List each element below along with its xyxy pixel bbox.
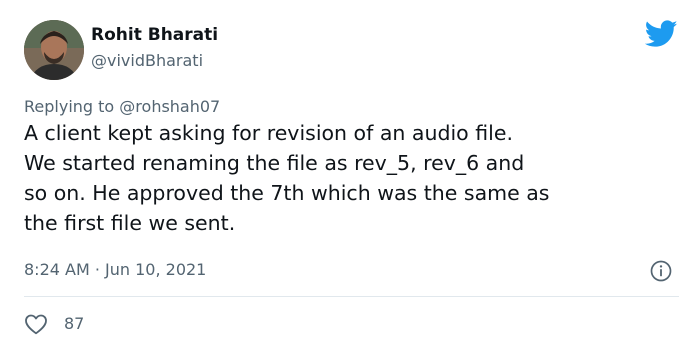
tweet-text-line: the first file we sent. — [24, 211, 236, 235]
tweet-text: A client kept asking for revision of an … — [24, 118, 684, 238]
tweet-text-line: We started renaming the file as rev_5, r… — [24, 151, 525, 175]
like-button[interactable]: 87 — [24, 312, 84, 336]
twitter-bird-icon[interactable] — [645, 20, 678, 48]
avatar[interactable] — [24, 20, 84, 80]
info-icon[interactable] — [649, 259, 673, 283]
replying-to-line: Replying to @rohshah07 — [24, 97, 220, 117]
tweet-text-line: A client kept asking for revision of an … — [24, 121, 513, 145]
tweet-text-line: so on. He approved the 7th which was the… — [24, 181, 550, 205]
replying-prefix: Replying to — [24, 97, 115, 116]
author-handle[interactable]: @vividBharati — [91, 51, 203, 71]
divider — [24, 296, 679, 297]
tweet-timestamp[interactable]: 8:24 AM · Jun 10, 2021 — [24, 260, 206, 280]
like-count: 87 — [64, 314, 85, 333]
replying-mention-link[interactable]: @rohshah07 — [119, 97, 220, 116]
author-display-name[interactable]: Rohit Bharati — [91, 25, 218, 45]
profile-photo — [24, 20, 84, 80]
heart-icon — [25, 314, 47, 335]
